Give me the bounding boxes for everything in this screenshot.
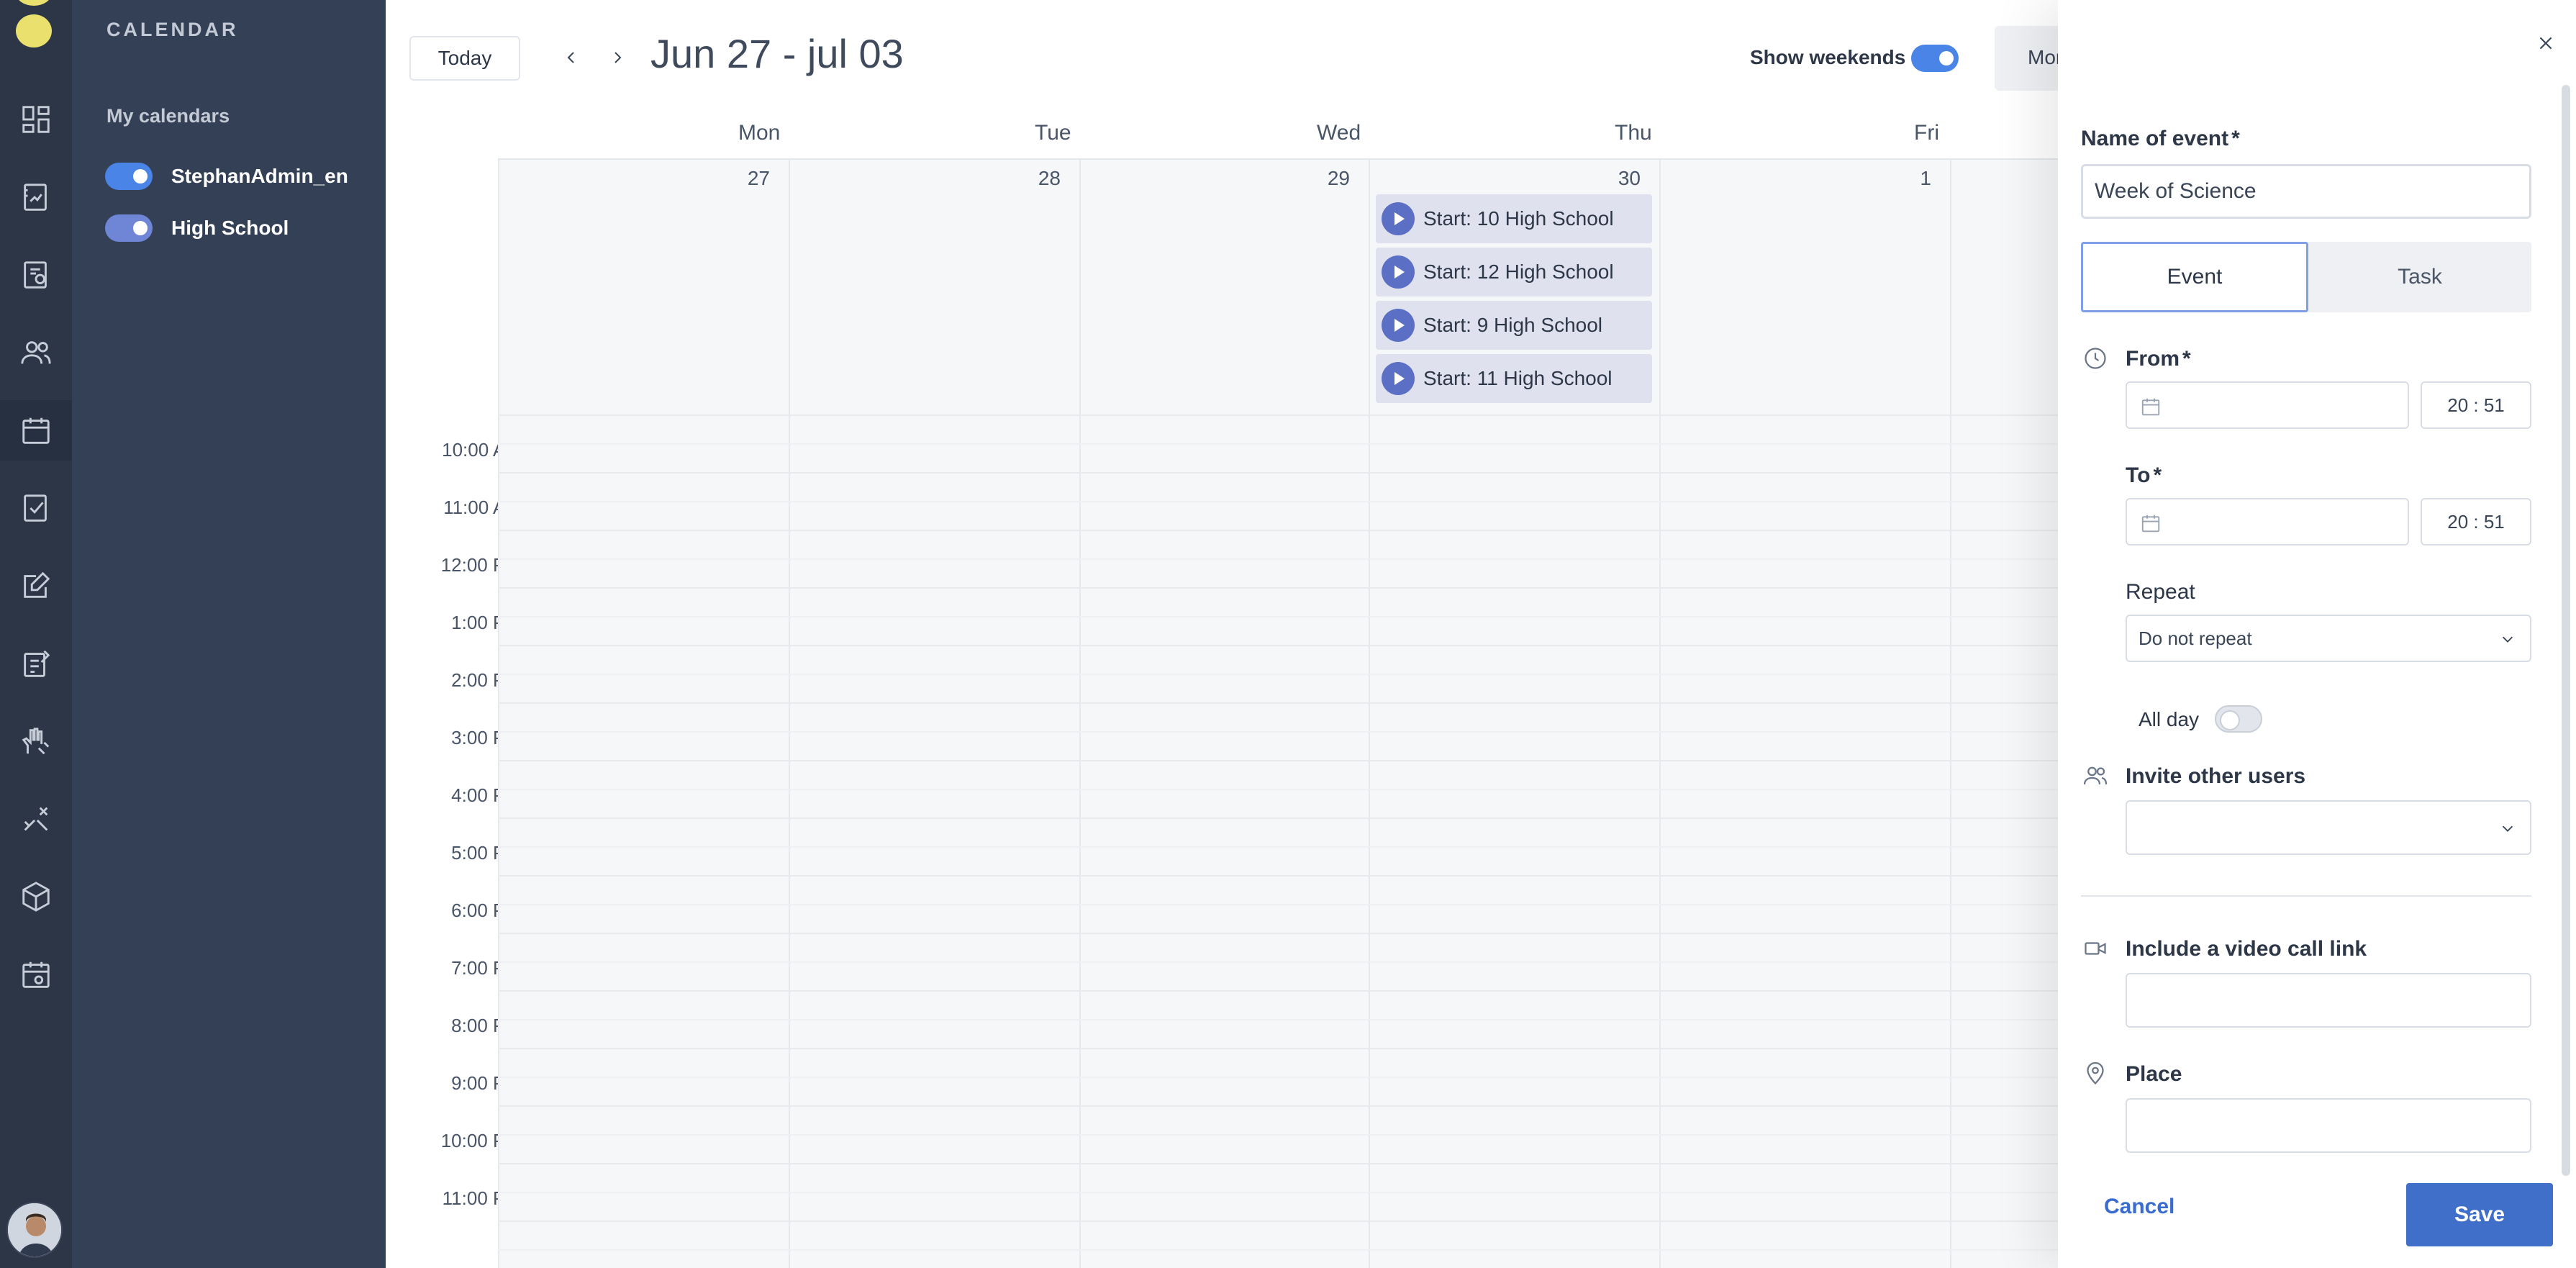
chevron-left-icon bbox=[567, 52, 574, 63]
previous-week-button[interactable] bbox=[557, 43, 586, 72]
edit-note-icon[interactable] bbox=[0, 556, 72, 616]
calendar-sidebar: CALENDAR My calendars StephanAdmin_en Hi… bbox=[72, 0, 386, 1268]
drawer-scrollbar[interactable] bbox=[2562, 85, 2570, 1176]
users-icon[interactable] bbox=[0, 322, 72, 383]
place-input[interactable] bbox=[2126, 1098, 2531, 1153]
show-weekends-toggle[interactable] bbox=[1911, 45, 1959, 72]
calendar-event[interactable]: Start: 9 High School bbox=[1376, 301, 1652, 350]
all-day-label: All day bbox=[2139, 708, 2200, 730]
calendar-item-label: High School bbox=[171, 217, 289, 239]
play-icon bbox=[1382, 202, 1415, 235]
day-header-tue: Tue bbox=[1035, 121, 1071, 145]
day-header-mon: Mon bbox=[738, 121, 781, 145]
invite-users-select[interactable] bbox=[2126, 800, 2531, 855]
sidebar-section-title: CALENDAR bbox=[106, 19, 239, 40]
calendar-event-icon[interactable] bbox=[0, 944, 72, 1005]
cube-icon[interactable] bbox=[0, 866, 72, 927]
event-label: Start: 9 High School bbox=[1423, 314, 1603, 336]
video-link-label: Include a video call link bbox=[2126, 937, 2367, 961]
event-label: Start: 10 High School bbox=[1423, 207, 1614, 230]
day-number: 1 bbox=[1920, 167, 1931, 189]
video-link-input[interactable] bbox=[2126, 973, 2531, 1028]
to-date-input[interactable] bbox=[2126, 498, 2409, 545]
chevron-down-icon bbox=[2502, 825, 2513, 832]
event-type-tabs: Event Task bbox=[2081, 242, 2531, 312]
notebook-icon[interactable] bbox=[0, 167, 72, 227]
all-day-toggle[interactable] bbox=[2215, 705, 2262, 733]
today-button[interactable]: Today bbox=[409, 36, 520, 81]
clock-icon bbox=[2082, 345, 2108, 371]
hand-icon[interactable] bbox=[0, 711, 72, 771]
from-time-input[interactable]: 20 : 51 bbox=[2421, 381, 2531, 429]
event-label: Start: 11 High School bbox=[1423, 367, 1613, 389]
event-name-label: Name of event * bbox=[2081, 127, 2240, 150]
day-number: 27 bbox=[747, 167, 770, 189]
document-chart-icon[interactable] bbox=[0, 245, 72, 305]
save-button[interactable]: Save bbox=[2406, 1183, 2553, 1246]
play-icon bbox=[1382, 362, 1415, 395]
to-label: To * bbox=[2126, 463, 2162, 487]
calendar-icon bbox=[2141, 398, 2160, 416]
from-date-input[interactable] bbox=[2126, 381, 2409, 429]
close-icon bbox=[2539, 37, 2552, 50]
next-week-button[interactable] bbox=[603, 43, 632, 72]
day-header-wed: Wed bbox=[1317, 121, 1361, 145]
show-weekends-label: Show weekends bbox=[1750, 46, 1906, 68]
repeat-select[interactable]: Do not repeat bbox=[2126, 615, 2531, 662]
calendar-event[interactable]: Start: 10 High School bbox=[1376, 194, 1652, 243]
from-label: From * bbox=[2126, 347, 2191, 371]
close-button[interactable] bbox=[2531, 29, 2560, 58]
play-icon bbox=[1382, 309, 1415, 342]
invite-users-label: Invite other users bbox=[2126, 764, 2306, 788]
video-camera-icon bbox=[2082, 936, 2108, 961]
repeat-label: Repeat bbox=[2126, 580, 2195, 604]
calendar-icon bbox=[2141, 515, 2160, 533]
dashboard-icon[interactable] bbox=[0, 89, 72, 150]
event-name-input[interactable] bbox=[2081, 164, 2531, 219]
location-pin-icon bbox=[2082, 1061, 2108, 1087]
calendar-visibility-toggle[interactable] bbox=[105, 163, 153, 190]
calendar-visibility-toggle[interactable] bbox=[105, 214, 153, 242]
calendar-item-stephanadmin[interactable]: StephanAdmin_en bbox=[105, 160, 348, 192]
users-icon bbox=[2082, 763, 2108, 789]
repeat-value: Do not repeat bbox=[2139, 627, 2252, 649]
play-icon bbox=[1382, 255, 1415, 289]
chevron-right-icon bbox=[614, 52, 622, 63]
day-header-fri: Fri bbox=[1914, 121, 1939, 145]
user-avatar[interactable] bbox=[6, 1202, 63, 1258]
checklist-icon[interactable] bbox=[0, 478, 72, 538]
chevron-down-icon bbox=[2502, 636, 2513, 643]
new-event-drawer: Name of event* Event Task From* 20 : 51 … bbox=[2058, 0, 2576, 1268]
cancel-button[interactable]: Cancel bbox=[2104, 1195, 2174, 1219]
to-time-input[interactable]: 20 : 51 bbox=[2421, 498, 2531, 545]
place-label: Place bbox=[2126, 1062, 2182, 1086]
day-header-thu: Thu bbox=[1615, 121, 1652, 145]
calendar-icon[interactable] bbox=[0, 400, 72, 461]
day-number: 28 bbox=[1038, 167, 1061, 189]
divider bbox=[2081, 895, 2531, 897]
report-icon[interactable] bbox=[0, 633, 72, 694]
tools-icon[interactable] bbox=[0, 789, 72, 849]
calendar-item-label: StephanAdmin_en bbox=[171, 165, 348, 187]
date-range-title: Jun 27 - jul 03 bbox=[650, 31, 904, 76]
icon-rail bbox=[0, 0, 72, 1268]
app-logo[interactable] bbox=[16, 0, 52, 49]
calendar-event[interactable]: Start: 12 High School bbox=[1376, 248, 1652, 296]
day-number: 30 bbox=[1618, 167, 1641, 189]
calendar-item-high-school[interactable]: High School bbox=[105, 212, 289, 244]
calendar-event[interactable]: Start: 11 High School bbox=[1376, 354, 1652, 403]
day-number: 29 bbox=[1327, 167, 1350, 189]
tab-event[interactable]: Event bbox=[2081, 242, 2308, 312]
tab-task[interactable]: Task bbox=[2308, 242, 2531, 312]
my-calendars-heading: My calendars bbox=[106, 105, 230, 127]
event-label: Start: 12 High School bbox=[1423, 261, 1614, 283]
